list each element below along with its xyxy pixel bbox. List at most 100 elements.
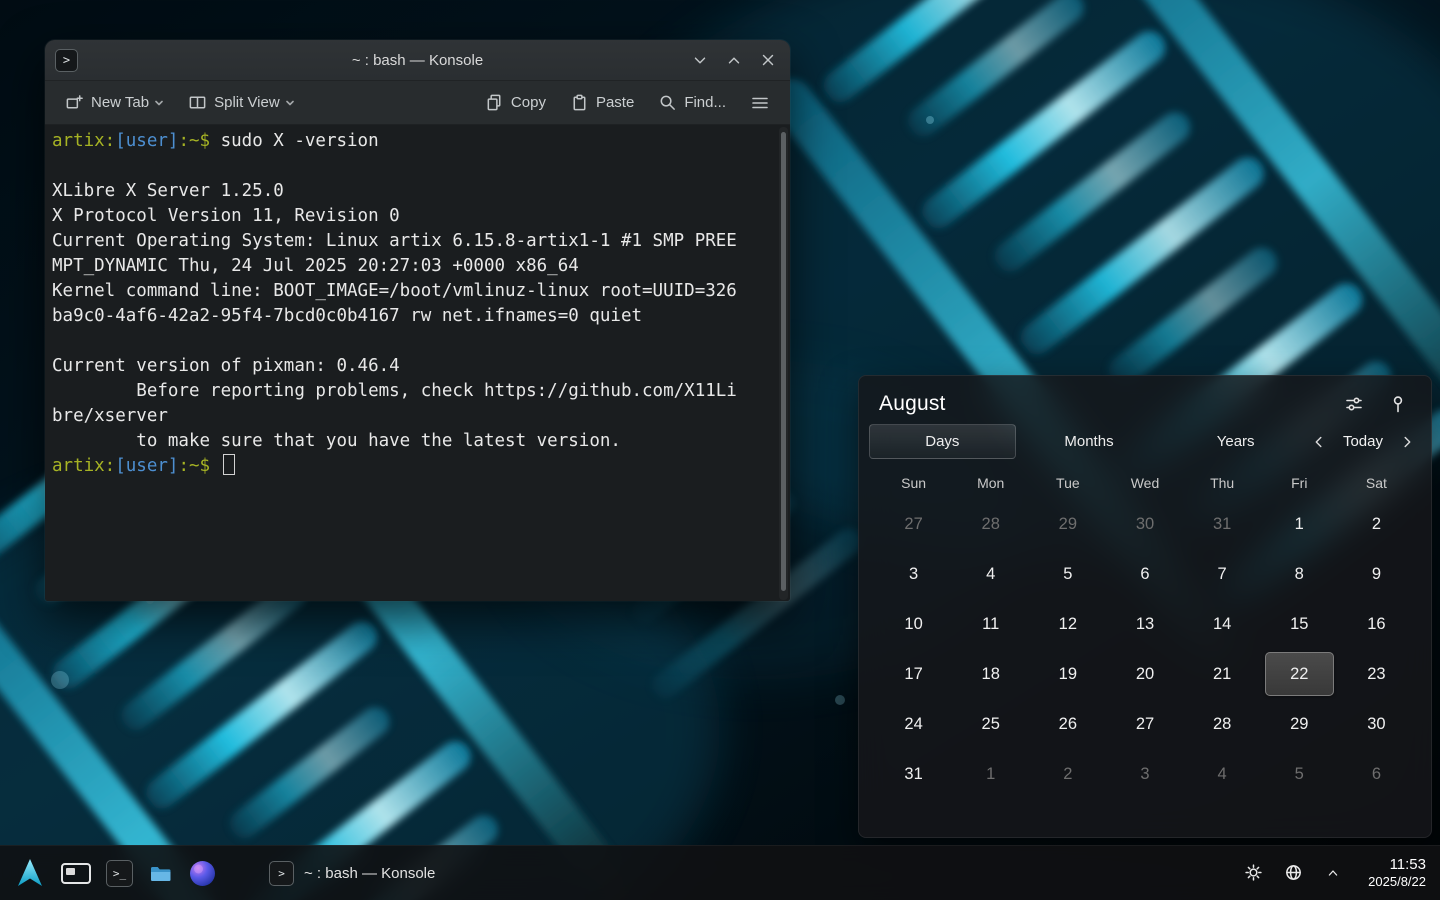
calendar-day[interactable]: 3 <box>1110 752 1179 796</box>
calendar-day[interactable]: 4 <box>956 552 1025 596</box>
calendar-day[interactable]: 23 <box>1342 652 1411 696</box>
calendar-day[interactable]: 21 <box>1188 652 1257 696</box>
terminal-line: ba9c0-4af6-42a2-95f4-7bcd0c0b4167 rw net… <box>52 304 776 329</box>
app-launcher-button[interactable] <box>14 857 46 889</box>
calendar-day[interactable]: 30 <box>1342 702 1411 746</box>
pager-widget[interactable] <box>61 863 91 884</box>
calendar-pin-button[interactable] <box>1387 393 1409 415</box>
folder-icon <box>148 861 174 885</box>
terminal-line: bre/xserver <box>52 404 776 429</box>
calendar-day[interactable]: 27 <box>1110 702 1179 746</box>
maximize-button[interactable] <box>722 48 746 72</box>
prompt-user: [user] <box>115 131 178 151</box>
close-button[interactable] <box>756 48 780 72</box>
chevron-down-icon <box>154 98 164 108</box>
calendar-day[interactable]: 5 <box>1033 552 1102 596</box>
calendar-configure-button[interactable] <box>1343 393 1365 415</box>
today-button[interactable]: Today <box>1343 433 1383 450</box>
brightness-tray-button[interactable] <box>1242 862 1264 884</box>
prompt-host: artix: <box>52 131 115 151</box>
calendar-day[interactable]: 1 <box>956 752 1025 796</box>
copy-label: Copy <box>511 94 546 111</box>
calendar-day[interactable]: 10 <box>879 602 948 646</box>
calendar-day[interactable]: 6 <box>1110 552 1179 596</box>
calendar-day[interactable]: 2 <box>1033 752 1102 796</box>
calendar-day[interactable]: 2 <box>1342 502 1411 546</box>
previous-month-button[interactable] <box>1309 432 1329 452</box>
calendar-day[interactable]: 8 <box>1265 552 1334 596</box>
tray-expand-button[interactable] <box>1322 862 1344 884</box>
calendar-day[interactable]: 5 <box>1265 752 1334 796</box>
taskbar-task-konsole[interactable]: > ~ : bash — Konsole <box>257 856 447 891</box>
calendar-day[interactable]: 31 <box>879 752 948 796</box>
calendar-day[interactable]: 9 <box>1342 552 1411 596</box>
digital-clock[interactable]: 11:53 2025/8/22 <box>1362 855 1426 891</box>
calendar-day[interactable]: 28 <box>1188 702 1257 746</box>
terminal-line: X Protocol Version 11, Revision 0 <box>52 204 776 229</box>
next-month-button[interactable] <box>1397 432 1417 452</box>
calendar-day[interactable]: 4 <box>1188 752 1257 796</box>
terminal-prompt-line: artix:[user]:~$ sudo X -version <box>52 129 776 154</box>
paste-icon <box>570 93 589 112</box>
close-icon <box>759 51 777 69</box>
calendar-day[interactable]: 30 <box>1110 502 1179 546</box>
tab-days[interactable]: Days <box>869 424 1016 459</box>
titlebar[interactable]: > ~ : bash — Konsole <box>45 40 790 81</box>
konsole-icon-glyph: > <box>278 867 285 880</box>
scrollbar[interactable] <box>779 127 788 600</box>
konsole-icon: >_ <box>106 860 133 887</box>
calendar-day[interactable]: 28 <box>956 502 1025 546</box>
minimize-button[interactable] <box>688 48 712 72</box>
calendar-day[interactable]: 3 <box>879 552 948 596</box>
konsole-app-icon[interactable]: > <box>55 49 78 72</box>
file-manager-launcher[interactable] <box>148 861 174 885</box>
sliders-icon <box>1344 394 1364 414</box>
konsole-launcher[interactable]: >_ <box>106 860 133 887</box>
calendar-day[interactable]: 7 <box>1188 552 1257 596</box>
calendar-day[interactable]: 16 <box>1342 602 1411 646</box>
calendar-day[interactable]: 29 <box>1033 502 1102 546</box>
calendar-day[interactable]: 1 <box>1265 502 1334 546</box>
terminal-line: MPT_DYNAMIC Thu, 24 Jul 2025 20:27:03 +0… <box>52 254 776 279</box>
copy-button[interactable]: Copy <box>477 87 554 118</box>
calendar-day[interactable]: 17 <box>879 652 948 696</box>
paste-label: Paste <box>596 94 634 111</box>
terminal-prompt-line: artix:[user]:~$ <box>52 454 776 479</box>
calendar-day[interactable]: 18 <box>956 652 1025 696</box>
calendar-day[interactable]: 14 <box>1188 602 1257 646</box>
find-label: Find... <box>684 94 726 111</box>
terminal[interactable]: artix:[user]:~$ sudo X -version XLibre X… <box>45 125 790 601</box>
calendar-day[interactable]: 20 <box>1110 652 1179 696</box>
konsole-window: > ~ : bash — Konsole New Tab Split View <box>45 40 790 601</box>
calendar-day[interactable]: 26 <box>1033 702 1102 746</box>
calendar-day[interactable]: 24 <box>879 702 948 746</box>
split-view-button[interactable]: Split View <box>180 87 303 118</box>
scrollbar-thumb[interactable] <box>781 132 786 591</box>
calendar-day-selected[interactable]: 22 <box>1265 652 1334 696</box>
terminal-line: XLibre X Server 1.25.0 <box>52 179 776 204</box>
calendar-day[interactable]: 27 <box>879 502 948 546</box>
network-tray-button[interactable] <box>1282 862 1304 884</box>
menu-button[interactable] <box>742 87 778 119</box>
calendar-day[interactable]: 6 <box>1342 752 1411 796</box>
calendar-day[interactable]: 25 <box>956 702 1025 746</box>
browser-launcher[interactable] <box>189 860 216 887</box>
tab-years[interactable]: Years <box>1162 424 1309 459</box>
konsole-icon: > <box>269 861 294 886</box>
find-button[interactable]: Find... <box>650 87 734 118</box>
prompt-host: artix: <box>52 456 115 476</box>
calendar-day[interactable]: 12 <box>1033 602 1102 646</box>
toolbar: New Tab Split View Copy Paste Find... <box>45 81 790 125</box>
terminal-line: Before reporting problems, check https:/… <box>52 379 776 404</box>
calendar-day[interactable]: 29 <box>1265 702 1334 746</box>
calendar-day[interactable]: 11 <box>956 602 1025 646</box>
new-tab-button[interactable]: New Tab <box>57 87 172 118</box>
calendar-day[interactable]: 19 <box>1033 652 1102 696</box>
calendar-widget: August Days Months Years Today SunMonTue… <box>858 375 1432 838</box>
calendar-day[interactable]: 15 <box>1265 602 1334 646</box>
tab-months[interactable]: Months <box>1016 424 1163 459</box>
paste-button[interactable]: Paste <box>562 87 642 118</box>
weekday-label: Mon <box>952 473 1029 493</box>
calendar-day[interactable]: 13 <box>1110 602 1179 646</box>
calendar-day[interactable]: 31 <box>1188 502 1257 546</box>
